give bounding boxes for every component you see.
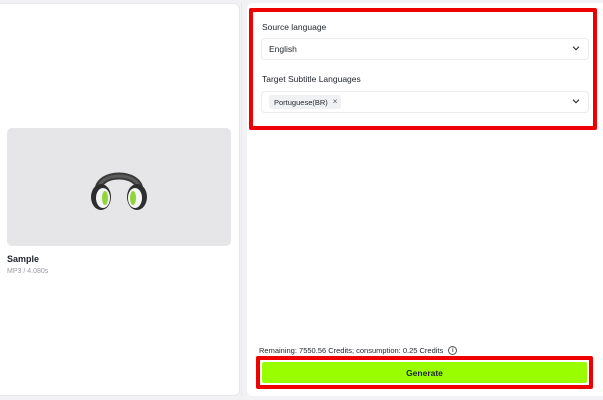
headphones-icon bbox=[91, 172, 147, 210]
app-frame: Sample MP3 / 4.080s Source language Engl… bbox=[0, 0, 603, 400]
generate-highlight: Generate bbox=[256, 356, 593, 389]
target-languages-label: Target Subtitle Languages bbox=[262, 74, 361, 84]
close-icon[interactable]: × bbox=[333, 98, 338, 106]
settings-panel: Source language English Target Subtitle … bbox=[247, 3, 603, 396]
credits-info: Remaining: 7550.56 Credits; consumption:… bbox=[259, 346, 458, 355]
info-icon[interactable]: i bbox=[448, 346, 458, 355]
language-tag-label: Portuguese(BR) bbox=[274, 97, 328, 107]
source-language-select[interactable]: English bbox=[261, 38, 589, 60]
target-languages-select[interactable]: Portuguese(BR) × bbox=[261, 91, 589, 113]
media-thumbnail[interactable] bbox=[7, 128, 231, 246]
credits-text: Remaining: 7550.56 Credits; consumption:… bbox=[259, 346, 444, 355]
panel-divider bbox=[241, 3, 242, 396]
language-settings-highlight: Source language English Target Subtitle … bbox=[249, 8, 597, 130]
chevron-down-icon bbox=[572, 46, 580, 51]
chevron-down-icon bbox=[572, 99, 580, 104]
media-name: Sample bbox=[7, 254, 40, 264]
source-language-label: Source language bbox=[262, 22, 327, 32]
language-tag: Portuguese(BR) × bbox=[269, 95, 342, 109]
generate-button[interactable]: Generate bbox=[262, 362, 587, 383]
media-meta: MP3 / 4.080s bbox=[7, 268, 49, 275]
media-panel: Sample MP3 / 4.080s bbox=[0, 3, 240, 396]
source-language-value: English bbox=[269, 44, 297, 54]
